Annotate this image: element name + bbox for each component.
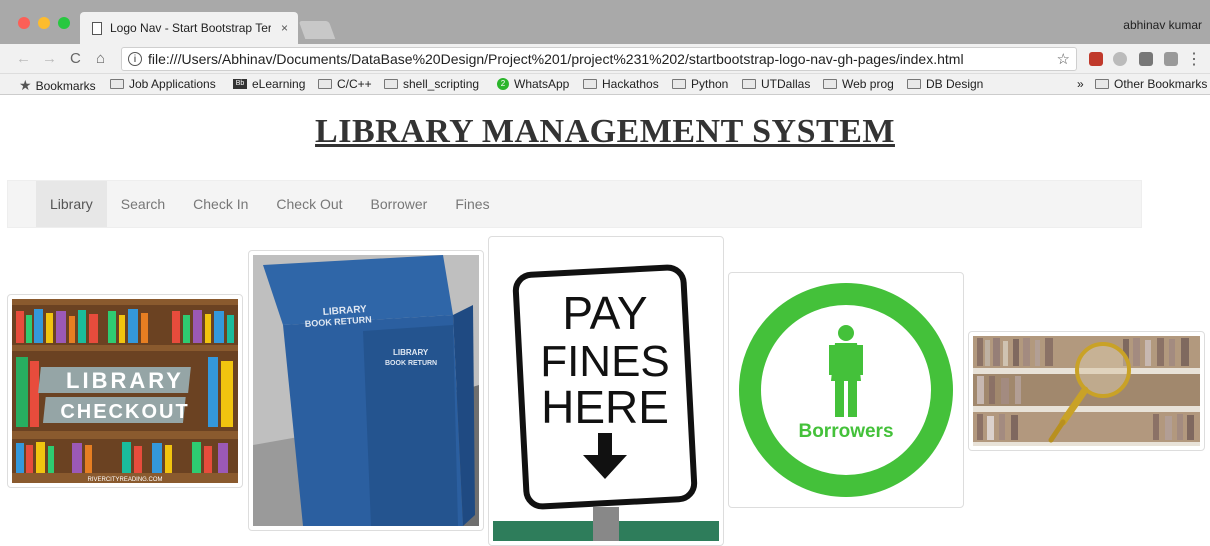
- page-icon: [92, 21, 102, 35]
- book-return-image[interactable]: LIBRARY BOOK RETURN LIBRARY BOOK RETURN: [248, 250, 484, 531]
- bookmark-bookmarks[interactable]: ★ Bookmarks: [19, 77, 96, 94]
- nav-search[interactable]: Search: [107, 181, 179, 227]
- checkout-footer: RIVERCITYREADING.COM: [87, 477, 162, 483]
- nav-fines[interactable]: Fines: [441, 181, 503, 227]
- extension-cast-icon[interactable]: [1164, 52, 1178, 66]
- page-title: LIBRARY MANAGEMENT SYSTEM: [315, 113, 895, 150]
- menu-icon[interactable]: ⋮: [1186, 49, 1202, 69]
- folder-icon: [583, 79, 597, 89]
- bookmark-label: Job Applications: [129, 77, 216, 91]
- bookmark-shell-scripting[interactable]: shell_scripting: [384, 77, 479, 91]
- maximize-window-icon[interactable]: [58, 17, 70, 29]
- whatsapp-icon: 2: [497, 78, 509, 90]
- nav-check-out[interactable]: Check Out: [262, 181, 356, 227]
- bookmark-label: WhatsApp: [514, 77, 570, 91]
- browser-toolbar: ← → C ⌂ i file:///Users/Abhinav/Document…: [0, 44, 1210, 74]
- bookmarks-bar: ★ Bookmarks Job Applications Bb eLearning …: [0, 74, 1210, 95]
- bookmark-elearning[interactable]: Bb eLearning: [233, 77, 305, 91]
- new-tab-button[interactable]: [298, 21, 336, 39]
- close-window-icon[interactable]: [18, 17, 30, 29]
- tab-title: Logo Nav - Start Bootstrap Ter: [110, 21, 271, 35]
- fines-line2: FINES: [540, 337, 670, 386]
- bookmark-label: Hackathos: [602, 77, 659, 91]
- bookmark-label: Web prog: [842, 77, 894, 91]
- checkout-line2: CHECKOUT: [60, 401, 189, 423]
- folder-icon: [907, 79, 921, 89]
- home-icon[interactable]: ⌂: [96, 50, 105, 67]
- address-bar[interactable]: i file:///Users/Abhinav/Documents/DataBa…: [121, 47, 1077, 71]
- borrowers-label: Borrowers: [798, 421, 893, 442]
- bookmark-db-design[interactable]: DB Design: [907, 77, 983, 91]
- fines-line1: PAY: [562, 287, 647, 339]
- folder-icon: [318, 79, 332, 89]
- folder-icon: [823, 79, 837, 89]
- bookmark-python[interactable]: Python: [672, 77, 728, 91]
- url-text[interactable]: file:///Users/Abhinav/Documents/DataBase…: [148, 51, 964, 67]
- nav-borrower[interactable]: Borrower: [357, 181, 442, 227]
- bookmarks-overflow-icon[interactable]: »: [1077, 77, 1084, 91]
- star-icon: ★: [19, 77, 32, 93]
- extension-square-icon[interactable]: [1139, 52, 1153, 66]
- profile-name[interactable]: abhinav kumar: [1123, 18, 1202, 32]
- bookmark-job-applications[interactable]: Job Applications: [110, 77, 216, 91]
- book-spines-row-3: [12, 439, 238, 473]
- pay-fines-image[interactable]: PAY FINES HERE: [488, 236, 724, 546]
- tab-strip: Logo Nav - Start Bootstrap Ter × abhinav…: [0, 0, 1210, 44]
- bookmark-c-cpp[interactable]: C/C++: [318, 77, 372, 91]
- dropbox-side-label-1: LIBRARY: [393, 348, 429, 357]
- minimize-window-icon[interactable]: [38, 17, 50, 29]
- folder-icon: [742, 79, 756, 89]
- nav-library[interactable]: Library: [36, 181, 107, 227]
- search-bookshelf-illustration: [973, 336, 1200, 446]
- checkout-line1: LIBRARY: [66, 368, 184, 393]
- bookmark-label: Python: [691, 77, 729, 91]
- nav-check-in[interactable]: Check In: [179, 181, 262, 227]
- back-icon[interactable]: ←: [16, 50, 31, 67]
- folder-icon: [672, 79, 686, 89]
- pay-fines-sign-illustration: PAY FINES HERE: [493, 241, 719, 541]
- bookmark-label: DB Design: [926, 77, 984, 91]
- book-return-illustration: LIBRARY BOOK RETURN LIBRARY BOOK RETURN: [253, 255, 479, 526]
- bookmark-star-icon[interactable]: ☆: [1057, 50, 1070, 68]
- extension-red-icon[interactable]: [1089, 52, 1103, 66]
- bookmark-label: C/C++: [337, 77, 372, 91]
- bookmark-other[interactable]: Other Bookmarks: [1095, 77, 1207, 91]
- extension-gray-icon[interactable]: [1113, 52, 1127, 66]
- fines-line3: HERE: [541, 381, 669, 433]
- folder-icon: [1095, 79, 1109, 89]
- bookmark-label: Bookmarks: [35, 78, 96, 93]
- bookmark-label: eLearning: [252, 77, 306, 91]
- search-books-image[interactable]: [968, 331, 1205, 451]
- info-icon[interactable]: i: [128, 52, 142, 66]
- bookmark-hackathos[interactable]: Hackathos: [583, 77, 659, 91]
- bookmark-utdallas[interactable]: UTDallas: [742, 77, 810, 91]
- dropbox-side-label-2: BOOK RETURN: [385, 360, 437, 367]
- bookmark-web-prog[interactable]: Web prog: [823, 77, 894, 91]
- forward-icon[interactable]: →: [42, 50, 57, 67]
- bookmark-whatsapp[interactable]: 2 WhatsApp: [497, 77, 569, 91]
- main-navbar: Library Search Check In Check Out Borrow…: [7, 180, 1142, 228]
- folder-icon: [384, 79, 398, 89]
- reload-icon[interactable]: C: [70, 50, 81, 67]
- bookmark-label: UTDallas: [761, 77, 811, 91]
- book-spines-row-1: [12, 305, 238, 345]
- borrowers-illustration: Borrowers: [733, 277, 959, 503]
- close-tab-icon[interactable]: ×: [281, 21, 288, 35]
- folder-icon: [110, 79, 124, 89]
- library-checkout-illustration: LIBRARY CHECKOUT RIVERCITYREADING.COM: [12, 299, 238, 483]
- bookmark-label: Other Bookmarks: [1114, 77, 1208, 91]
- library-checkout-image[interactable]: LIBRARY CHECKOUT RIVERCITYREADING.COM: [7, 294, 243, 488]
- borrowers-image[interactable]: Borrowers: [728, 272, 964, 508]
- elearning-icon: Bb: [233, 79, 247, 89]
- browser-tab[interactable]: Logo Nav - Start Bootstrap Ter ×: [80, 12, 298, 44]
- bookmark-label: shell_scripting: [403, 77, 480, 91]
